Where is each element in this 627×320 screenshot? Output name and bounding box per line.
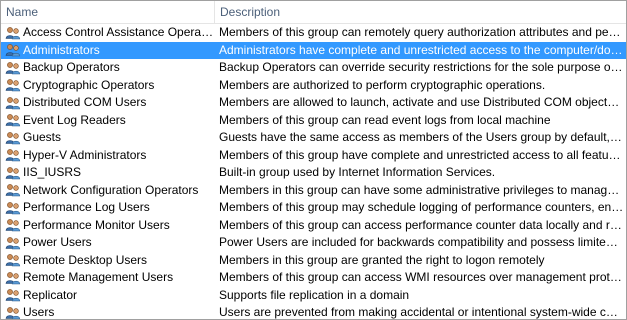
table-row[interactable]: Performance Monitor Users Members of this… — [1, 217, 626, 235]
name-cell: Hyper-V Administrators — [1, 147, 215, 165]
group-users-icon — [5, 236, 21, 250]
group-users-icon — [5, 288, 21, 302]
column-header-description[interactable]: Description — [215, 1, 626, 23]
name-cell: Power Users — [1, 234, 215, 252]
name-cell: Administrators — [1, 42, 215, 60]
group-name: Event Log Readers — [23, 112, 126, 127]
group-description: Guests have the same access as members o… — [219, 130, 626, 144]
group-name: Remote Desktop Users — [23, 252, 148, 267]
group-name: Remote Management Users — [23, 270, 174, 285]
table-row[interactable]: Remote Desktop Users Members in this grou… — [1, 252, 626, 270]
table-row[interactable]: IIS_IUSRS Built-in group used by Internet… — [1, 164, 626, 182]
name-cell: Remote Desktop Users — [1, 252, 215, 270]
group-users-icon — [5, 96, 21, 110]
table-row[interactable]: Guests Guests have the same access as mem… — [1, 129, 626, 147]
group-users-icon — [5, 148, 21, 162]
column-header-name[interactable]: Name — [1, 1, 215, 23]
groups-list-view[interactable]: Name Description Access Control Assistan… — [0, 0, 627, 320]
group-description: Members of this group can read event log… — [219, 112, 551, 127]
group-name: Replicator — [23, 287, 78, 302]
group-users-icon — [5, 306, 21, 319]
group-name: Performance Log Users — [23, 200, 150, 215]
name-cell: Remote Management Users — [1, 269, 215, 287]
group-name: Administrators — [23, 42, 100, 57]
group-users-icon — [5, 131, 21, 145]
group-users-icon — [5, 253, 21, 267]
group-users-icon — [5, 218, 21, 232]
name-cell: Network Configuration Operators — [1, 182, 215, 200]
table-row[interactable]: Event Log Readers Members of this group c… — [1, 112, 626, 130]
group-users-icon — [5, 26, 21, 40]
name-cell: IIS_IUSRS — [1, 164, 215, 182]
table-row[interactable]: Remote Management Users Members of this g… — [1, 269, 626, 287]
table-row[interactable]: Administrators Administrators have comple… — [1, 41, 626, 60]
group-users-icon — [5, 43, 21, 57]
group-description: Backup Operators can override security r… — [219, 60, 626, 74]
name-cell: Performance Monitor Users — [1, 217, 215, 235]
name-cell: Distributed COM Users — [1, 94, 215, 112]
name-cell: Backup Operators — [1, 59, 215, 77]
group-description: Members of this group can access WMI res… — [219, 270, 626, 284]
group-description: Members of this group may schedule loggi… — [219, 200, 626, 214]
table-row[interactable]: Power Users Power Users are included for … — [1, 234, 626, 252]
table-row[interactable]: Network Configuration Operators Members i… — [1, 182, 626, 200]
table-row[interactable]: Access Control Assistance Operators Membe… — [1, 24, 626, 42]
table-row[interactable]: Distributed COM Users Members are allowed… — [1, 94, 626, 112]
group-description: Members are allowed to launch, activate … — [219, 95, 626, 109]
group-name: Hyper-V Administrators — [23, 147, 147, 162]
table-row[interactable]: Hyper-V Administrators Members of this gr… — [1, 147, 626, 165]
group-description: Users are prevented from making accident… — [219, 305, 626, 319]
group-users-icon — [5, 183, 21, 197]
group-name: Backup Operators — [23, 60, 120, 75]
group-users-icon — [5, 113, 21, 127]
group-name: Power Users — [23, 235, 92, 250]
name-cell: Access Control Assistance Operators — [1, 24, 215, 42]
group-description: Administrators have complete and unrestr… — [219, 42, 626, 57]
group-description: Members of this group have complete and … — [219, 147, 626, 162]
table-row[interactable]: Cryptographic Operators Members are autho… — [1, 77, 626, 95]
table-row[interactable]: Users Users are prevented from making acc… — [1, 304, 626, 320]
group-name: Access Control Assistance Operators — [23, 25, 215, 40]
group-name: Guests — [23, 130, 62, 145]
list-header: Name Description — [1, 1, 626, 24]
group-users-icon — [5, 166, 21, 180]
group-name: Cryptographic Operators — [23, 77, 155, 92]
list-rows: Access Control Assistance Operators Membe… — [1, 24, 626, 320]
group-description: Supports file replication in a domain — [219, 287, 410, 302]
group-description: Members are authorized to perform crypto… — [219, 77, 546, 92]
group-users-icon — [5, 271, 21, 285]
table-row[interactable]: Performance Log Users Members of this gro… — [1, 199, 626, 217]
name-cell: Replicator — [1, 287, 215, 305]
name-cell: Users — [1, 304, 215, 320]
name-cell: Event Log Readers — [1, 112, 215, 130]
table-row[interactable]: Backup Operators Backup Operators can ove… — [1, 59, 626, 77]
group-description: Members of this group can access perform… — [219, 217, 626, 232]
group-description: Power Users are included for backwards c… — [219, 235, 626, 249]
name-cell: Performance Log Users — [1, 199, 215, 217]
group-name: Users — [23, 305, 55, 320]
group-description: Members of this group can remotely query… — [219, 25, 626, 39]
group-description: Members in this group are granted the ri… — [219, 252, 545, 267]
name-cell: Cryptographic Operators — [1, 77, 215, 95]
group-users-icon — [5, 201, 21, 215]
group-description: Built-in group used by Internet Informat… — [219, 165, 496, 179]
group-name: IIS_IUSRS — [23, 165, 82, 180]
name-cell: Guests — [1, 129, 215, 147]
group-users-icon — [5, 78, 21, 92]
table-row[interactable]: Replicator Supports file replication in a… — [1, 287, 626, 305]
group-users-icon — [5, 61, 21, 75]
group-description: Members in this group can have some admi… — [219, 182, 626, 197]
group-name: Performance Monitor Users — [23, 217, 170, 232]
group-name: Network Configuration Operators — [23, 182, 199, 197]
group-name: Distributed COM Users — [23, 95, 147, 110]
